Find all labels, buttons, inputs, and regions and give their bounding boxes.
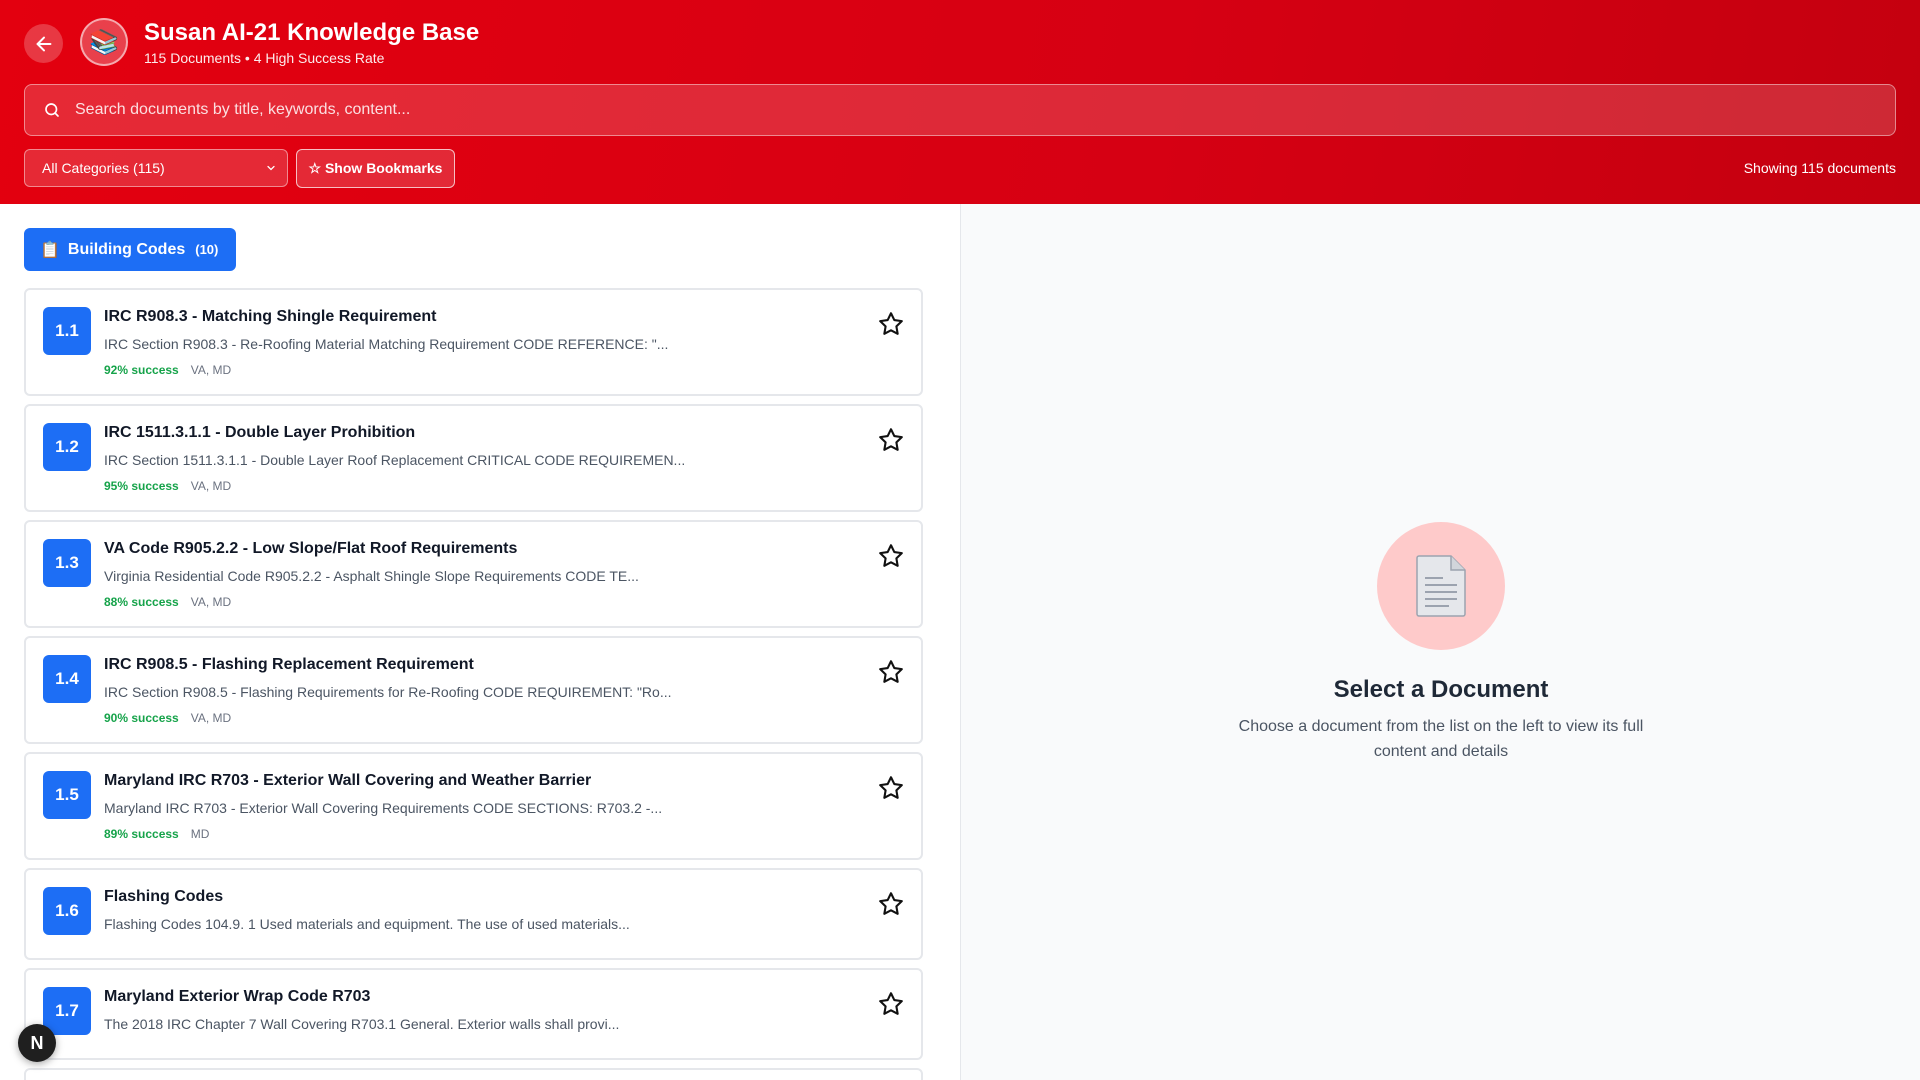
document-card[interactable]: 1.2 IRC 1511.3.1.1 - Double Layer Prohib… [24,404,923,512]
empty-state-title: Select a Document [1333,676,1549,703]
page-subtitle: 115 Documents • 4 High Success Rate [144,50,385,66]
document-title: Flashing Codes [104,888,224,905]
state-tags: MD [190,827,210,841]
app-header: 📚 Susan AI-21 Knowledge Base 115 Documen… [0,0,1920,204]
document-number: 1.7 [43,987,91,1035]
document-excerpt: The 2018 IRC Chapter 7 Wall Covering R70… [104,1016,620,1032]
document-detail-panel: Select a Document Choose a document from… [960,204,1920,1080]
search-input[interactable] [75,85,1895,135]
document-card[interactable] [24,1068,923,1080]
category-name: Building Codes [67,240,186,258]
search-bar[interactable] [24,84,1896,136]
document-card[interactable]: 1.1 IRC R908.3 - Matching Shingle Requir… [24,288,923,396]
page-title: Susan AI-21 Knowledge Base [144,19,480,46]
category-header-building-codes[interactable]: 📋 Building Codes (10) [24,228,236,271]
document-title: IRC 1511.3.1.1 - Double Layer Prohibitio… [104,424,416,441]
success-rate: 92% success [104,363,179,377]
document-meta: 92% success VA, MD [104,363,231,377]
document-meta: 89% success MD [104,827,209,841]
clipboard-icon: 📋 [40,241,60,259]
chevron-down-icon [267,165,275,171]
state-tags: VA, MD [190,595,232,609]
star-icon[interactable] [877,890,905,918]
document-title: IRC R908.3 - Matching Shingle Requiremen… [104,308,437,325]
star-icon[interactable] [877,990,905,1018]
document-card[interactable]: 1.5 Maryland IRC R703 - Exterior Wall Co… [24,752,923,860]
document-card[interactable]: 1.7 Maryland Exterior Wrap Code R703 The… [24,968,923,1060]
document-excerpt: IRC Section R908.3 - Re-Roofing Material… [104,336,669,352]
document-card[interactable]: 1.6 Flashing Codes Flashing Codes 104.9.… [24,868,923,960]
document-meta: 88% success VA, MD [104,595,231,609]
document-card[interactable]: 1.4 IRC R908.5 - Flashing Replacement Re… [24,636,923,744]
document-excerpt: Virginia Residential Code R905.2.2 - Asp… [104,568,639,584]
document-card[interactable]: 1.3 VA Code R905.2.2 - Low Slope/Flat Ro… [24,520,923,628]
document-title: Maryland Exterior Wrap Code R703 [104,988,371,1005]
document-meta: 90% success VA, MD [104,711,231,725]
category-count: (10) [195,242,219,257]
star-icon[interactable] [877,542,905,570]
document-excerpt: IRC Section 1511.3.1.1 - Double Layer Ro… [104,452,686,468]
document-icon [1416,555,1466,617]
arrow-left-icon [36,36,51,51]
state-tags: VA, MD [190,479,232,493]
success-rate: 88% success [104,595,179,609]
star-icon[interactable] [877,658,905,686]
document-list-panel: 📋 Building Codes (10) 1.1 IRC R908.3 - M… [0,204,960,1080]
category-select-value: All Categories (115) [42,160,165,176]
success-rate: 95% success [104,479,179,493]
success-rate: 89% success [104,827,179,841]
state-tags: VA, MD [190,363,232,377]
category-select[interactable]: All Categories (115) [24,149,288,187]
results-count: Showing 115 documents [1743,160,1896,176]
star-icon[interactable] [877,426,905,454]
document-placeholder [1377,522,1505,650]
document-meta: 95% success VA, MD [104,479,231,493]
search-icon [45,103,59,117]
success-rate: 90% success [104,711,179,725]
back-button[interactable] [24,24,63,63]
document-number: 1.4 [43,655,91,703]
document-excerpt: Maryland IRC R703 - Exterior Wall Coveri… [104,800,663,816]
show-bookmarks-button[interactable]: ☆ Show Bookmarks [296,149,455,188]
document-number: 1.6 [43,887,91,935]
document-excerpt: Flashing Codes 104.9. 1 Used materials a… [104,916,630,932]
document-number: 1.2 [43,423,91,471]
empty-state-description: Choose a document from the list on the l… [1238,718,1644,760]
state-tags: VA, MD [190,711,232,725]
document-number: 1.1 [43,307,91,355]
star-icon[interactable] [877,310,905,338]
dev-tools-button[interactable]: N [18,1024,56,1062]
document-number: 1.3 [43,539,91,587]
books-icon: 📚 [80,18,128,66]
document-number: 1.5 [43,771,91,819]
document-title: IRC R908.5 - Flashing Replacement Requir… [104,656,474,673]
document-excerpt: IRC Section R908.5 - Flashing Requiremen… [104,684,672,700]
document-title: VA Code R905.2.2 - Low Slope/Flat Roof R… [104,540,518,557]
document-title: Maryland IRC R703 - Exterior Wall Coveri… [104,772,592,789]
star-icon[interactable] [877,774,905,802]
